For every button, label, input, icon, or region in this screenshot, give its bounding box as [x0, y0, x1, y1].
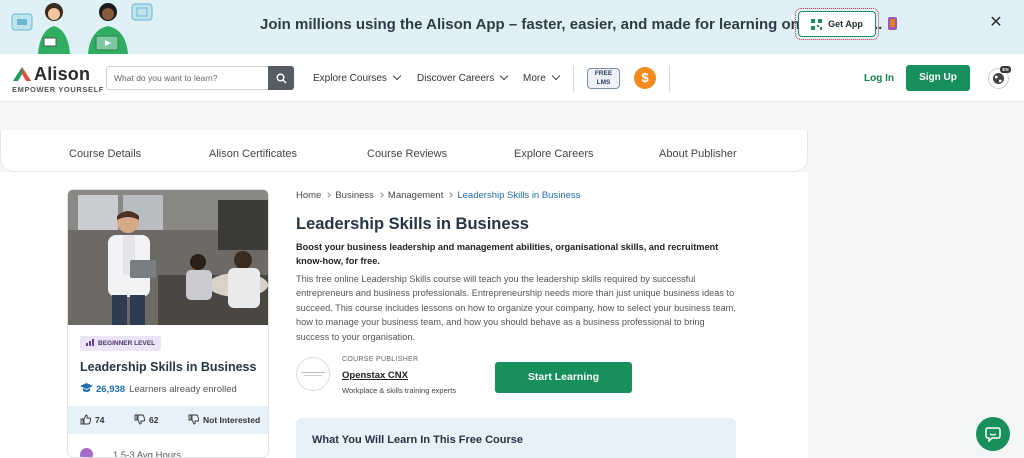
publisher-logo[interactable] [296, 357, 330, 391]
course-description: This free online Leadership Skills cours… [296, 274, 736, 342]
like-button[interactable]: 74 [80, 414, 104, 425]
breadcrumb-business[interactable]: Business [335, 190, 374, 201]
free-lms-line1: FREE [594, 70, 613, 77]
tab-alison-certificates[interactable]: Alison Certificates [209, 148, 297, 160]
nav-explore-courses-label: Explore Courses [313, 73, 387, 84]
breadcrumb: Home Business Management Leadership Skills … [296, 190, 580, 201]
chat-bubble-icon [985, 427, 1001, 442]
chat-button[interactable] [976, 417, 1010, 451]
globe-icon [993, 73, 1004, 84]
get-app-button[interactable]: Get App [798, 11, 876, 37]
chevron-down-icon [392, 71, 402, 81]
not-interested-label: Not Interested [203, 415, 261, 425]
get-app-label: Get App [828, 19, 863, 29]
search-box [106, 66, 294, 90]
tab-about-publisher[interactable]: About Publisher [659, 148, 737, 160]
app-promo-illustration [11, 3, 153, 54]
close-banner-button[interactable]: ✕ [988, 15, 1004, 31]
breadcrumb-management[interactable]: Management [388, 190, 443, 201]
not-interested-button[interactable]: Not Interested [188, 414, 260, 425]
alison-logo-icon [13, 67, 31, 81]
publisher-subtitle: Workplace & skills training experts [342, 386, 457, 395]
nav-divider [573, 66, 574, 92]
dollar-coin-icon[interactable]: $ [634, 67, 656, 89]
thumbs-down-icon [134, 414, 146, 425]
chevron-down-icon [551, 71, 561, 81]
logo-name: Alison [34, 64, 91, 84]
publisher-label: COURSE PUBLISHER [342, 356, 419, 363]
enrolled-label: Learners already enrolled [129, 384, 237, 395]
language-badge: EN [1000, 66, 1011, 73]
tab-course-details[interactable]: Course Details [69, 148, 141, 160]
thumbs-up-icon [80, 414, 92, 425]
get-app-focus-ring: Get App [795, 8, 879, 40]
start-learning-button[interactable]: Start Learning [495, 362, 632, 393]
clock-icon [80, 448, 93, 457]
enrollment-info: 26,938 Learners already enrolled [80, 383, 237, 395]
course-section-tabs: Course Details Alison Certificates Cours… [0, 130, 808, 172]
learn-section-title: What You Will Learn In This Free Course [312, 434, 523, 446]
tab-explore-careers[interactable]: Explore Careers [514, 148, 593, 160]
level-badge: BEGINNER LEVEL [80, 336, 162, 351]
signup-button[interactable]: Sign Up [906, 65, 970, 91]
graduation-cap-icon [80, 383, 93, 392]
nav-discover-careers-label: Discover Careers [417, 73, 495, 84]
language-selector[interactable]: EN [988, 66, 1011, 89]
chevron-down-icon [500, 71, 509, 81]
publisher-logo-icon [301, 372, 325, 376]
enrolled-count: 26,938 [96, 384, 126, 395]
free-lms-line2: LMS [596, 78, 611, 86]
dislikes-count: 62 [149, 415, 159, 425]
alison-logo[interactable]: Alison EMPOWER YOURSELF [12, 64, 103, 94]
avg-hours-label: 1.5-3 Avg Hours [113, 450, 181, 458]
free-lms-button[interactable]: FREE LMS [587, 68, 620, 89]
course-lead: Boost your business leadership and manag… [296, 242, 719, 266]
dislike-button[interactable]: 62 [134, 414, 158, 425]
course-cover-image [68, 190, 268, 325]
chevron-right-icon [378, 192, 384, 198]
search-icon [276, 73, 286, 83]
avg-hours: 1.5-3 Avg Hours [80, 448, 181, 458]
publisher-name-link[interactable]: Openstax CNX [342, 370, 408, 381]
chevron-right-icon [325, 192, 332, 198]
app-promo-banner: Join millions using the Alison App – fas… [0, 0, 1024, 54]
logo-tagline: EMPOWER YOURSELF [12, 85, 104, 94]
search-button[interactable] [268, 66, 294, 90]
mobile-phone-icon [888, 17, 898, 30]
what-you-will-learn-section: What You Will Learn In This Free Course [296, 418, 736, 458]
breadcrumb-current[interactable]: Leadership Skills in Business [457, 190, 580, 201]
tab-course-reviews[interactable]: Course Reviews [367, 148, 447, 160]
site-header: Alison EMPOWER YOURSELF Explore Courses … [0, 54, 1024, 102]
nav-discover-careers[interactable]: Discover Careers [417, 71, 509, 84]
nav-more-label: More [523, 73, 546, 84]
nav-more[interactable]: More [523, 71, 561, 84]
breadcrumb-home[interactable]: Home [296, 190, 321, 201]
likes-count: 74 [95, 415, 105, 425]
nav-divider [669, 66, 670, 92]
search-input[interactable] [107, 67, 269, 89]
login-link[interactable]: Log In [864, 73, 894, 84]
chevron-right-icon [447, 192, 454, 198]
card-feedback-bar: 74 62 Not Interested [68, 406, 268, 434]
page-title: Leadership Skills in Business [296, 215, 529, 233]
qr-code-icon [811, 18, 823, 30]
level-label: BEGINNER LEVEL [98, 340, 156, 347]
nav-explore-courses[interactable]: Explore Courses [313, 71, 402, 84]
thumbs-down-icon [188, 414, 200, 425]
course-card: BEGINNER LEVEL Leadership Skills in Busi… [67, 189, 269, 458]
card-course-title[interactable]: Leadership Skills in Business [80, 360, 256, 374]
signal-bars-icon [86, 339, 94, 346]
